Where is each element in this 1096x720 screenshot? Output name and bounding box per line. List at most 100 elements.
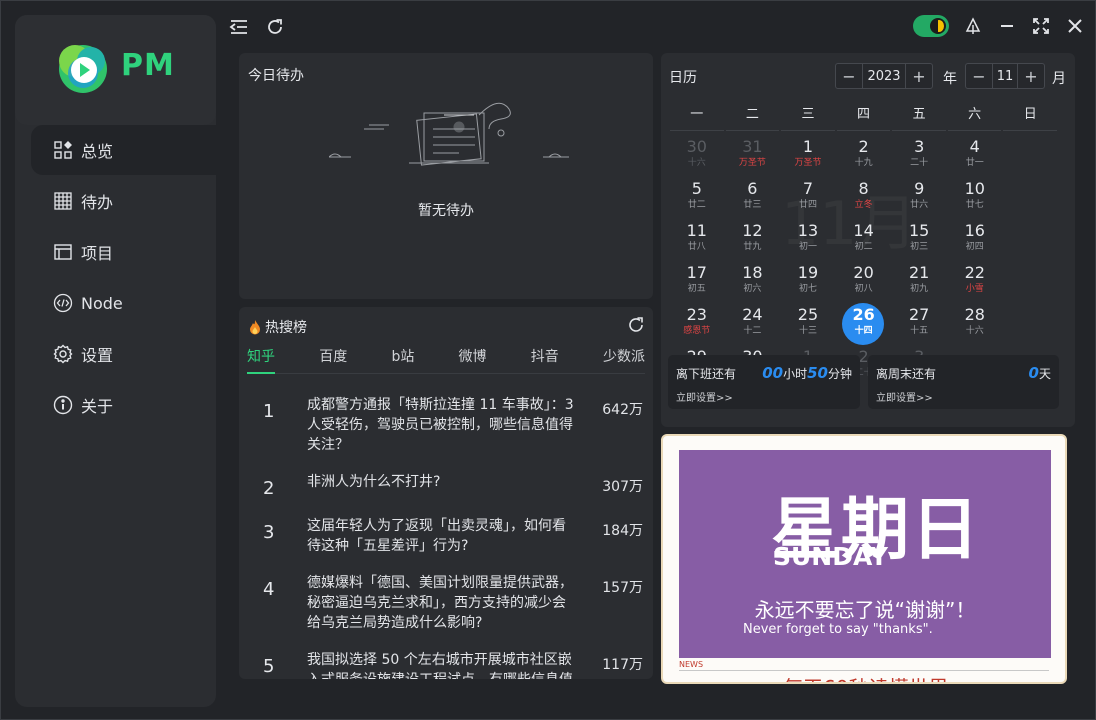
list-item[interactable]: 3 这届年轻人为了返现「出卖灵魂」，如何看待这种「五星差评」行为? 184万 bbox=[239, 516, 653, 556]
minimize-icon[interactable] bbox=[997, 16, 1017, 36]
calendar-day[interactable]: 14 初二 bbox=[836, 219, 892, 261]
lunar-label: 十五 bbox=[910, 326, 929, 336]
sidebar-item-todo[interactable]: 待办 bbox=[31, 176, 216, 226]
month-decrement-button[interactable]: − bbox=[966, 64, 992, 88]
calendar-day[interactable]: 4 廿一 bbox=[947, 135, 1003, 177]
offwork-settings-link[interactable]: 立即设置>> bbox=[676, 389, 733, 404]
tab-weibo[interactable]: 微博 bbox=[459, 346, 487, 373]
sidebar-item-projects[interactable]: 项目 bbox=[31, 227, 216, 277]
lunar-label: 廿七 bbox=[965, 200, 984, 210]
day-number: 7 bbox=[802, 179, 814, 198]
weekend-value: 0 天 bbox=[1029, 364, 1051, 382]
rank-number: 4 bbox=[263, 579, 275, 600]
year-decrement-button[interactable]: − bbox=[836, 64, 862, 88]
hot-item-title[interactable]: 我国拟选择 50 个左右城市开展城市社区嵌入式服务设施建设工程试点，有哪些信息值… bbox=[307, 650, 579, 679]
tab-baidu[interactable]: 百度 bbox=[319, 346, 347, 373]
sidebar-item-about[interactable]: 关于 bbox=[31, 380, 216, 430]
weekend-settings-link[interactable]: 立即设置>> bbox=[876, 389, 933, 404]
collapse-sidebar-icon[interactable] bbox=[229, 17, 249, 37]
month-unit: 月 bbox=[1052, 71, 1066, 87]
refresh-icon[interactable] bbox=[627, 316, 645, 334]
calendar-day[interactable]: 20 初八 bbox=[836, 261, 892, 303]
card-headline: 每天60秒读懂世界 bbox=[783, 672, 948, 682]
day-number: 31 bbox=[742, 137, 763, 156]
calendar-day[interactable]: 7 廿四 bbox=[780, 177, 836, 219]
calendar-day[interactable]: 6 廿三 bbox=[725, 177, 781, 219]
hot-item-title[interactable]: 成都警方通报「特斯拉连撞 11 车事故」：3 人受轻伤，驾驶员已被控制，哪些信息… bbox=[307, 395, 579, 455]
year-increment-button[interactable]: + bbox=[906, 64, 932, 88]
calendar-day[interactable]: 1 万圣节 bbox=[780, 135, 836, 177]
calendar-day[interactable]: 25 十三 bbox=[780, 303, 836, 345]
day-number: 15 bbox=[908, 221, 930, 240]
theme-toggle[interactable] bbox=[913, 15, 949, 37]
hot-item-heat: 117万 bbox=[602, 657, 643, 673]
hot-item-title[interactable]: 非洲人为什么不打井? bbox=[307, 472, 579, 492]
calendar-day[interactable]: 19 初七 bbox=[780, 261, 836, 303]
lunar-label: 万圣节 bbox=[738, 158, 766, 168]
calendar-day[interactable]: 31 万圣节 bbox=[725, 135, 781, 177]
refresh-icon[interactable] bbox=[265, 17, 285, 37]
todo-panel: 今日待办 暂无待办 bbox=[239, 53, 653, 299]
calendar-day[interactable]: 8 立冬 bbox=[836, 177, 892, 219]
calendar-day[interactable]: 16 初四 bbox=[947, 219, 1003, 261]
lunar-label: 初三 bbox=[910, 242, 929, 252]
day-number: 24 bbox=[742, 305, 763, 324]
lunar-label: 初七 bbox=[798, 284, 817, 294]
list-item[interactable]: 1 成都警方通报「特斯拉连撞 11 车事故」：3 人受轻伤，驾驶员已被控制，哪些… bbox=[239, 395, 653, 455]
day-number: 28 bbox=[964, 305, 985, 324]
calendar-day[interactable]: 17 初五 bbox=[669, 261, 725, 303]
list-item[interactable]: 4 德媒爆料「德国、美国计划限量提供武器，秘密逼迫乌克兰求和」，西方支持的减少会… bbox=[239, 573, 653, 633]
calendar-day[interactable]: 22 小雪 bbox=[947, 261, 1003, 303]
maximize-icon[interactable] bbox=[1031, 16, 1051, 36]
app-logo-icon bbox=[59, 45, 107, 93]
calendar-day-today[interactable]: 26 十四 bbox=[836, 303, 892, 345]
calendar-day[interactable]: 15 初三 bbox=[891, 219, 947, 261]
code-icon bbox=[53, 293, 73, 313]
day-number: 21 bbox=[908, 263, 930, 282]
calendar-day[interactable]: 23 感恩节 bbox=[669, 303, 725, 345]
calendar-day[interactable]: 24 十二 bbox=[725, 303, 781, 345]
calendar-day[interactable]: 2 十九 bbox=[836, 135, 892, 177]
calendar-day[interactable]: 21 初九 bbox=[891, 261, 947, 303]
hot-item-title[interactable]: 这届年轻人为了返现「出卖灵魂」，如何看待这种「五星差评」行为? bbox=[307, 516, 579, 556]
day-number: 11 bbox=[686, 221, 707, 240]
day-number: 14 bbox=[853, 221, 874, 240]
logo-area: PM bbox=[15, 15, 216, 125]
sidebar-item-overview[interactable]: 总览 bbox=[31, 125, 216, 175]
list-item[interactable]: 2 非洲人为什么不打井? 307万 bbox=[239, 472, 653, 499]
calendar-day[interactable]: 30 十六 bbox=[669, 135, 725, 177]
calendar-day[interactable]: 27 十五 bbox=[891, 303, 947, 345]
day-number: 10 bbox=[964, 179, 985, 198]
day-number: 4 bbox=[969, 137, 980, 156]
pin-icon[interactable] bbox=[963, 16, 983, 36]
day-number: 13 bbox=[797, 221, 819, 240]
sidebar-item-node[interactable]: Node bbox=[31, 278, 216, 328]
calendar-day[interactable]: 9 廿六 bbox=[891, 177, 947, 219]
sidebar-item-label: 设置 bbox=[81, 346, 114, 365]
calendar-day[interactable]: 3 二十 bbox=[891, 135, 947, 177]
calendar-day[interactable]: 12 廿九 bbox=[725, 219, 781, 261]
month-increment-button[interactable]: + bbox=[1018, 64, 1044, 88]
calendar-day[interactable]: 10 廿七 bbox=[947, 177, 1003, 219]
hot-item-heat: 184万 bbox=[602, 523, 643, 539]
window-icon bbox=[53, 242, 73, 262]
calendar-day[interactable]: 13 初一 bbox=[780, 219, 836, 261]
calendar-day[interactable]: 5 廿二 bbox=[669, 177, 725, 219]
close-icon[interactable] bbox=[1065, 16, 1085, 36]
tab-douyin[interactable]: 抖音 bbox=[531, 346, 559, 373]
moon-icon bbox=[930, 18, 946, 34]
tab-sspai[interactable]: 少数派 bbox=[603, 346, 645, 373]
calendar-day[interactable]: 28 十六 bbox=[947, 303, 1003, 345]
calendar-day[interactable]: 11 廿八 bbox=[669, 219, 725, 261]
weekend-days-unit: 天 bbox=[1038, 367, 1051, 381]
year-value[interactable]: 2023 bbox=[862, 64, 906, 88]
tab-bilibili[interactable]: b站 bbox=[391, 346, 414, 373]
offwork-minutes: 50 bbox=[807, 364, 828, 382]
tab-zhihu[interactable]: 知乎 bbox=[247, 346, 275, 374]
hot-item-title[interactable]: 德媒爆料「德国、美国计划限量提供武器，秘密逼迫乌克兰求和」，西方支持的减少会给乌… bbox=[307, 573, 579, 633]
list-item[interactable]: 5 我国拟选择 50 个左右城市开展城市社区嵌入式服务设施建设工程试点，有哪些信… bbox=[239, 650, 653, 679]
month-value[interactable]: 11 bbox=[992, 64, 1018, 88]
day-number: 23 bbox=[686, 305, 707, 324]
calendar-day[interactable]: 18 初六 bbox=[725, 261, 781, 303]
sidebar-item-settings[interactable]: 设置 bbox=[31, 329, 216, 379]
